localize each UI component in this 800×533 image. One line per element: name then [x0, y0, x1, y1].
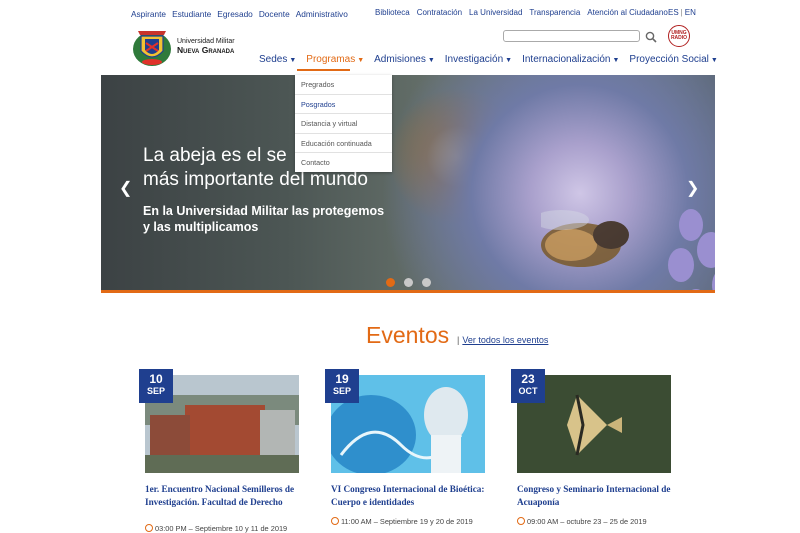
search-icon[interactable]: [645, 31, 657, 43]
link-egresado[interactable]: Egresado: [217, 9, 253, 19]
view-all-events-label: Ver todos los eventos: [462, 335, 549, 345]
programas-dropdown-menu: Pregrados Posgrados Distancia y virtual …: [295, 75, 392, 172]
university-crest-logo[interactable]: [130, 25, 174, 69]
chevron-down-icon: ▼: [505, 57, 513, 64]
event-time-text: 09:00 AM – octubre 23 – 25 de 2019: [527, 517, 647, 526]
event-month: SEP: [332, 386, 351, 396]
event-date-badge: 23 OCT: [511, 369, 545, 403]
language-switcher: ES | EN: [668, 8, 696, 17]
active-nav-indicator: [297, 69, 350, 71]
clock-icon: [517, 517, 525, 525]
clock-icon: [331, 517, 339, 525]
link-estudiante[interactable]: Estudiante: [172, 9, 211, 19]
main-navigation: Sedes ▼ Programas ▼ Admisiones ▼ Investigac…: [259, 54, 728, 65]
nav-internacionalizacion-label: Internacionalización: [522, 54, 611, 65]
nav-investigacion[interactable]: Investigación ▼: [445, 54, 512, 65]
carousel-dot[interactable]: [386, 278, 395, 287]
hero-bottom-bar: [101, 290, 715, 293]
dropdown-item-contacto[interactable]: Contacto: [295, 153, 392, 172]
event-day: 19: [335, 372, 349, 386]
link-aspirante[interactable]: Aspirante: [131, 9, 166, 19]
hero-subtitle: En la Universidad Militar las protegemos…: [143, 203, 384, 235]
carousel-dot[interactable]: [404, 278, 413, 287]
hero-subtitle-line1: En la Universidad Militar las protegemos: [143, 204, 385, 218]
event-date-badge: 19 SEP: [325, 369, 359, 403]
event-time: 11:00 AM – Septiembre 19 y 20 de 2019: [331, 517, 473, 526]
nav-sedes[interactable]: Sedes ▼: [259, 54, 296, 65]
events-heading: Eventos: [366, 322, 450, 348]
event-title[interactable]: Congreso y Seminario Internacional de Ac…: [517, 483, 671, 508]
dropdown-item-educacion-continuada[interactable]: Educación continuada: [295, 134, 392, 154]
chevron-left-icon[interactable]: ❮: [119, 178, 132, 198]
search-input[interactable]: [503, 30, 640, 42]
link-la-universidad[interactable]: La Universidad: [469, 8, 522, 17]
lang-en[interactable]: EN: [685, 8, 696, 17]
dropdown-item-pregrados[interactable]: Pregrados: [295, 75, 392, 95]
nav-admisiones-label: Admisiones: [374, 54, 426, 65]
radio-badge-line2: RADIO: [670, 35, 688, 41]
carousel-dot[interactable]: [422, 278, 431, 287]
link-contratacion[interactable]: Contratación: [417, 8, 462, 17]
lang-es[interactable]: ES: [668, 8, 679, 17]
event-title[interactable]: VI Congreso Internacional de Bioética: C…: [331, 483, 485, 508]
carousel-indicators: [386, 278, 431, 287]
university-name[interactable]: Universidad Militar Nueva Granada: [177, 38, 235, 54]
institutional-links: Biblioteca Contratación La Universidad T…: [375, 8, 668, 17]
dropdown-item-distancia-virtual[interactable]: Distancia y virtual: [295, 114, 392, 134]
link-administrativo[interactable]: Administrativo: [296, 9, 348, 19]
nav-proyeccion-social[interactable]: Proyección Social ▼: [629, 54, 717, 65]
link-docente[interactable]: Docente: [259, 9, 290, 19]
audience-links: Aspirante Estudiante Egresado Docente Ad…: [131, 9, 348, 19]
chevron-down-icon: ▼: [289, 57, 297, 64]
view-all-events-link[interactable]: | Ver todos los eventos: [457, 335, 548, 345]
university-name-line2: Nueva Granada: [177, 45, 235, 55]
chevron-right-icon[interactable]: ❯: [686, 178, 699, 198]
nav-proyeccion-social-label: Proyección Social: [629, 54, 709, 65]
nav-programas-label: Programas: [306, 54, 356, 65]
dropdown-item-posgrados[interactable]: Posgrados: [295, 95, 392, 115]
bee-on-lavender-image: [541, 209, 715, 290]
link-biblioteca[interactable]: Biblioteca: [375, 8, 410, 17]
event-time: 09:00 AM – octubre 23 – 25 de 2019: [517, 517, 647, 526]
hero-subtitle-line2: y las multiplicamos: [143, 220, 259, 234]
lang-separator: |: [680, 8, 683, 17]
event-day: 10: [149, 372, 163, 386]
radio-badge[interactable]: UMNG RADIO: [668, 25, 690, 47]
chevron-down-icon: ▼: [357, 57, 365, 64]
event-date-badge: 10 SEP: [139, 369, 173, 403]
chevron-down-icon: ▼: [427, 57, 435, 64]
event-day: 23: [521, 372, 535, 386]
event-time: 03:00 PM – Septiembre 10 y 11 de 2019: [145, 524, 287, 533]
link-transparencia[interactable]: Transparencia: [529, 8, 580, 17]
event-month: SEP: [146, 386, 165, 396]
clock-icon: [145, 524, 153, 532]
nav-sedes-label: Sedes: [259, 54, 288, 65]
link-separator: |: [457, 335, 460, 345]
chevron-down-icon: ▼: [710, 57, 718, 64]
nav-admisiones[interactable]: Admisiones ▼: [374, 54, 435, 65]
nav-internacionalizacion[interactable]: Internacionalización ▼: [522, 54, 619, 65]
chevron-down-icon: ▼: [612, 57, 620, 64]
event-time-text: 11:00 AM – Septiembre 19 y 20 de 2019: [341, 517, 473, 526]
nav-programas[interactable]: Programas ▼: [306, 54, 364, 65]
event-title[interactable]: 1er. Encuentro Nacional Semilleros de In…: [145, 483, 299, 508]
nav-investigacion-label: Investigación: [444, 54, 504, 65]
link-atencion-ciudadano[interactable]: Atención al Ciudadano: [587, 8, 668, 17]
event-time-text: 03:00 PM – Septiembre 10 y 11 de 2019: [155, 524, 288, 533]
event-month: OCT: [518, 386, 538, 396]
